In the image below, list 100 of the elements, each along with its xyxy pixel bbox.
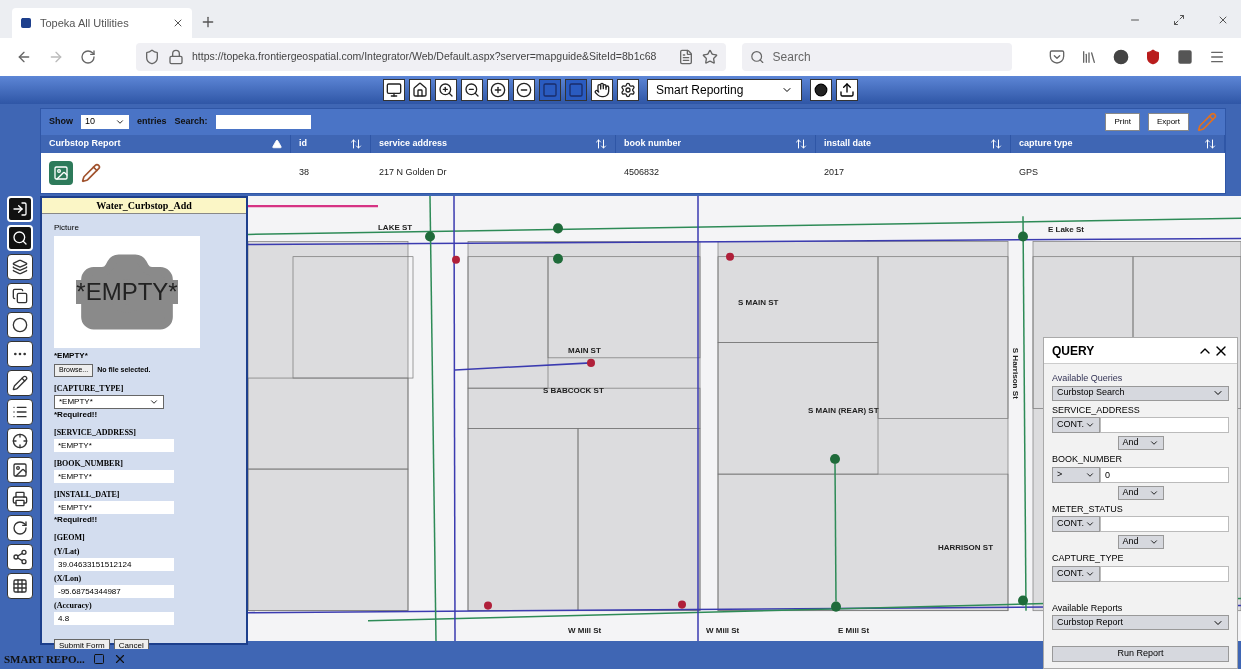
- restore-panel-icon[interactable]: [92, 653, 105, 665]
- account-icon[interactable]: [1113, 49, 1129, 65]
- close-tab-icon[interactable]: [172, 17, 184, 29]
- pipe-line[interactable]: [248, 237, 1241, 246]
- manhole-marker[interactable]: [553, 253, 563, 264]
- restore-icon[interactable]: [1173, 14, 1185, 26]
- column-header[interactable]: service address: [371, 135, 616, 153]
- manhole-marker[interactable]: [831, 601, 841, 612]
- hand-button[interactable]: [591, 79, 613, 101]
- reload-icon[interactable]: [80, 49, 96, 65]
- run-report-button[interactable]: Run Report: [1052, 646, 1229, 662]
- report-select[interactable]: Curbstop Report: [1052, 615, 1229, 630]
- zoom-in-step-button[interactable]: [487, 79, 509, 101]
- search-field[interactable]: Search: [742, 43, 1012, 71]
- conjunction-select[interactable]: And: [1117, 485, 1164, 500]
- pipe-line[interactable]: [248, 217, 1241, 236]
- sort-icon[interactable]: [990, 138, 1002, 150]
- conjunction-select[interactable]: And: [1117, 436, 1164, 450]
- manhole-marker[interactable]: [1018, 595, 1028, 606]
- condition-value-field[interactable]: [1100, 417, 1229, 433]
- pencil-button[interactable]: [7, 370, 33, 396]
- crosshair-button[interactable]: [7, 428, 33, 454]
- column-header[interactable]: id: [291, 135, 371, 153]
- parcel-outline[interactable]: [547, 256, 701, 359]
- column-header[interactable]: install date: [816, 135, 1011, 153]
- sort-icon[interactable]: [1204, 138, 1216, 150]
- column-header[interactable]: capture type: [1011, 135, 1225, 153]
- table-action-button[interactable]: Print: [1105, 113, 1140, 131]
- condition-value-field[interactable]: [1100, 516, 1229, 532]
- operator-select[interactable]: CONT.: [1052, 565, 1100, 582]
- reader-icon[interactable]: [678, 49, 694, 65]
- image-button[interactable]: [7, 457, 33, 483]
- browser-tab[interactable]: Topeka All Utilities: [12, 8, 192, 38]
- run-button[interactable]: [810, 79, 832, 101]
- zoom-in-button[interactable]: [435, 79, 457, 101]
- home-button[interactable]: [409, 79, 431, 101]
- manhole-marker[interactable]: [553, 223, 563, 234]
- grid-button[interactable]: [7, 573, 33, 599]
- edit-icon[interactable]: [81, 163, 101, 183]
- query-select[interactable]: Curbstop Search: [1052, 385, 1229, 401]
- upload-button[interactable]: [836, 79, 858, 101]
- geom-input[interactable]: 4.8: [54, 611, 174, 625]
- dots-button[interactable]: [7, 341, 33, 367]
- printer-button[interactable]: [7, 486, 33, 512]
- extension-shield-icon[interactable]: [1145, 49, 1161, 65]
- valve-marker[interactable]: [678, 600, 686, 609]
- pipe-line[interactable]: [429, 196, 437, 641]
- table-action-button[interactable]: Export: [1147, 113, 1189, 131]
- field-input[interactable]: *EMPTY*: [54, 469, 174, 483]
- extension-icon[interactable]: [1177, 49, 1193, 65]
- valve-marker[interactable]: [452, 255, 460, 264]
- sort-icon[interactable]: [795, 138, 807, 150]
- conjunction-select[interactable]: And: [1117, 535, 1164, 549]
- pipe-line[interactable]: [1022, 215, 1027, 612]
- valve-marker[interactable]: [726, 252, 734, 261]
- geom-input[interactable]: 39.04633151512124: [54, 557, 174, 571]
- operator-select[interactable]: CONT.: [1052, 417, 1100, 433]
- rotate-button[interactable]: [7, 515, 33, 541]
- new-tab-icon[interactable]: [200, 14, 216, 30]
- parcel-outline[interactable]: [717, 256, 879, 343]
- parcel-outline[interactable]: [467, 387, 701, 429]
- manhole-marker[interactable]: [1018, 231, 1028, 242]
- url-field[interactable]: https://topeka.frontiergeospatial.com/Integrator/Web/Default.aspx?server=mapguide&SiteId=8b1c68: [136, 43, 726, 71]
- sort-icon[interactable]: [350, 138, 362, 150]
- operator-select[interactable]: >: [1052, 466, 1100, 483]
- settings-button[interactable]: [617, 79, 639, 101]
- search-input[interactable]: Search: [772, 48, 1004, 66]
- layers-button[interactable]: [7, 254, 33, 280]
- circle-button[interactable]: [7, 312, 33, 338]
- condition-value-field[interactable]: 0: [1100, 466, 1229, 483]
- menu-icon[interactable]: [1209, 49, 1225, 65]
- condition-value-field[interactable]: [1100, 565, 1229, 582]
- table-search-field[interactable]: [215, 115, 311, 129]
- tool-select[interactable]: Smart Reporting: [647, 79, 802, 101]
- back-icon[interactable]: [16, 49, 32, 65]
- pocket-icon[interactable]: [1049, 49, 1065, 65]
- library-icon[interactable]: [1081, 49, 1097, 65]
- valve-marker[interactable]: [587, 358, 595, 367]
- field-input[interactable]: *EMPTY*: [54, 500, 174, 514]
- share-button[interactable]: [7, 544, 33, 570]
- screen-button[interactable]: [383, 79, 405, 101]
- column-header[interactable]: Curbstop Report: [41, 135, 291, 153]
- operator-select[interactable]: CONT.: [1052, 516, 1100, 532]
- manhole-marker[interactable]: [425, 231, 435, 242]
- zoom-out-step-button[interactable]: [513, 79, 535, 101]
- valve-marker[interactable]: [484, 601, 492, 610]
- geom-input[interactable]: -95.68754344987: [54, 584, 174, 598]
- sort-ascending-icon[interactable]: [272, 139, 282, 149]
- parcel-outline[interactable]: [577, 428, 701, 611]
- search-button[interactable]: [7, 225, 33, 251]
- entries-select[interactable]: 10: [81, 115, 129, 129]
- sort-icon[interactable]: [595, 138, 607, 150]
- exit-button[interactable]: [7, 196, 33, 222]
- pipe-line[interactable]: [453, 196, 456, 641]
- manhole-marker[interactable]: [830, 453, 840, 464]
- close-window-icon[interactable]: [1217, 14, 1229, 26]
- bookmark-icon[interactable]: [702, 49, 718, 65]
- copy-button[interactable]: [7, 283, 33, 309]
- list-button[interactable]: [7, 399, 33, 425]
- zoom-out-button[interactable]: [461, 79, 483, 101]
